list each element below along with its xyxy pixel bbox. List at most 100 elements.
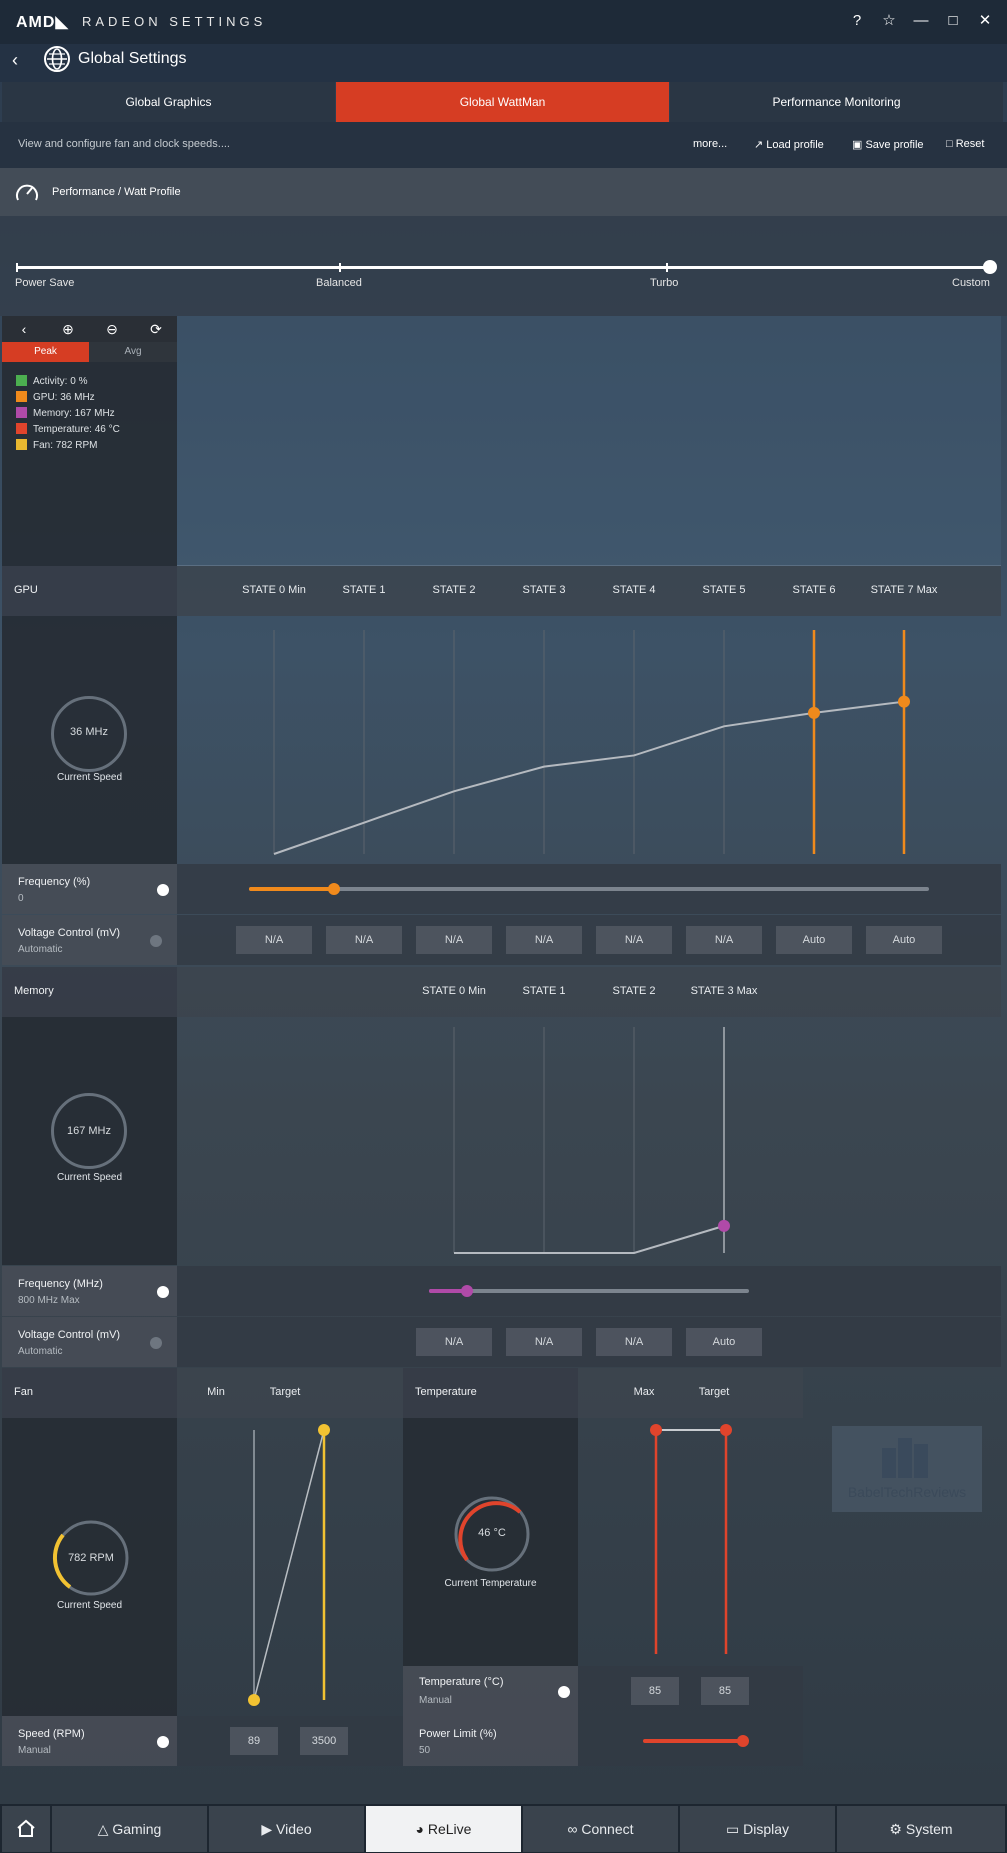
monitor-graph: [177, 316, 1001, 566]
temp-toggle[interactable]: [558, 1686, 570, 1698]
minimize-button[interactable]: —: [910, 10, 932, 32]
legend-activity[interactable]: Activity: 0 %: [16, 375, 87, 387]
fan-speed-toggle[interactable]: [157, 1736, 169, 1748]
temp-values: 85 85: [578, 1666, 803, 1716]
globe-icon: [44, 46, 70, 72]
save-icon: ▣: [852, 139, 866, 151]
gpu-voltage-state-6[interactable]: Auto: [776, 926, 852, 954]
memory-voltage-state-3[interactable]: Auto: [686, 1328, 762, 1356]
stop-turbo[interactable]: Turbo: [650, 277, 678, 289]
gpu-state-handle-6[interactable]: [808, 706, 820, 719]
nav-home[interactable]: [2, 1806, 50, 1852]
tab-global-graphics[interactable]: Global Graphics: [2, 82, 335, 122]
nav-display[interactable]: ▭ Display: [680, 1806, 835, 1852]
nav-video[interactable]: ▶ Video: [209, 1806, 364, 1852]
gpu-voltage-state-1[interactable]: N/A: [326, 926, 402, 954]
temp-target-handle[interactable]: [720, 1424, 732, 1436]
tab-avg[interactable]: Avg: [89, 342, 177, 362]
memory-voltage-state-0[interactable]: N/A: [416, 1328, 492, 1356]
zoom-in-icon[interactable]: ⊕: [46, 316, 90, 342]
stop-balanced[interactable]: Balanced: [316, 277, 362, 289]
memory-frequency-track[interactable]: [429, 1289, 749, 1293]
app-title: RADEON SETTINGS: [82, 14, 267, 29]
profile-handle[interactable]: [983, 260, 997, 274]
gpu-speed-caption: Current Speed: [56, 772, 123, 783]
gpu-voltage-state-5[interactable]: N/A: [686, 926, 762, 954]
legend-gpu[interactable]: GPU: 36 MHz: [16, 391, 95, 403]
reset-zoom-icon[interactable]: ⟳: [134, 316, 178, 342]
gear-icon: ⚙: [889, 1821, 906, 1837]
memory-state-chart[interactable]: [177, 1017, 1001, 1265]
gpu-frequency-toggle[interactable]: [157, 884, 169, 896]
legend-label: Fan: 782 RPM: [33, 440, 98, 451]
fan-curve-chart[interactable]: [177, 1418, 403, 1716]
gpu-state-chart[interactable]: [177, 616, 1001, 864]
gpu-frequency-track[interactable]: [249, 887, 929, 891]
play-icon: ▶: [261, 1821, 277, 1837]
fan-target-handle[interactable]: [318, 1424, 330, 1436]
temp-mode: Manual: [419, 1695, 452, 1706]
back-arrow-icon[interactable]: ‹: [2, 316, 46, 342]
tick-turbo: [666, 263, 668, 272]
memory-voltage-mode: Automatic: [18, 1346, 63, 1357]
favorite-icon[interactable]: ☆: [878, 10, 900, 32]
stop-custom[interactable]: Custom: [952, 277, 990, 289]
power-limit-track[interactable]: [643, 1739, 743, 1743]
nav-connect[interactable]: ∞ Connect: [523, 1806, 678, 1852]
fan-min-handle[interactable]: [248, 1694, 260, 1706]
gpu-frequency-handle[interactable]: [328, 883, 340, 895]
memory-state-0: STATE 0 Min: [422, 985, 486, 997]
nav-gaming[interactable]: △ Gaming: [52, 1806, 207, 1852]
memory-frequency-toggle[interactable]: [157, 1286, 169, 1298]
load-profile-button[interactable]: ↗ Load profile: [754, 138, 824, 151]
temp-max-handle[interactable]: [650, 1424, 662, 1436]
memory-voltage-toggle[interactable]: [150, 1337, 162, 1349]
nav-system[interactable]: ⚙ System: [837, 1806, 1005, 1852]
fan-target-input[interactable]: 3500: [300, 1727, 348, 1755]
fan-section-title: Fan: [14, 1386, 33, 1398]
zoom-out-icon[interactable]: ⊖: [90, 316, 134, 342]
memory-voltage-state-2[interactable]: N/A: [596, 1328, 672, 1356]
temp-target-input[interactable]: 85: [701, 1677, 749, 1705]
gpu-voltage-state-4[interactable]: N/A: [596, 926, 672, 954]
gpu-voltage-state-7[interactable]: Auto: [866, 926, 942, 954]
more-link[interactable]: more...: [693, 138, 727, 150]
checkbox-icon: [16, 375, 27, 386]
connect-icon: ∞: [567, 1821, 582, 1837]
memory-voltage-state-1[interactable]: N/A: [506, 1328, 582, 1356]
close-button[interactable]: ✕: [974, 10, 996, 32]
nav-relive[interactable]: ◕ ReLive: [366, 1806, 521, 1852]
fan-min-input[interactable]: 89: [230, 1727, 278, 1755]
nav-video-label: Video: [276, 1821, 312, 1837]
tab-peak[interactable]: Peak: [2, 342, 89, 362]
gpu-voltage-state-0[interactable]: N/A: [236, 926, 312, 954]
legend-memory[interactable]: Memory: 167 MHz: [16, 407, 115, 419]
gpu-voltage-state-2[interactable]: N/A: [416, 926, 492, 954]
temp-curve-chart[interactable]: [578, 1418, 803, 1666]
tab-performance-monitoring[interactable]: Performance Monitoring: [670, 82, 1003, 122]
fan-speed-caption: Current Speed: [56, 1600, 123, 1611]
memory-frequency-handle[interactable]: [461, 1285, 473, 1297]
reset-button[interactable]: □ Reset: [946, 138, 984, 150]
maximize-button[interactable]: □: [942, 10, 964, 32]
power-limit-label: Power Limit (%): [419, 1728, 497, 1740]
legend-fan[interactable]: Fan: 782 RPM: [16, 439, 97, 451]
fan-speed-mode: Manual: [18, 1745, 51, 1756]
stop-power-save[interactable]: Power Save: [15, 277, 74, 289]
gpu-voltage-toggle[interactable]: [150, 935, 162, 947]
tab-global-wattman[interactable]: Global WattMan: [336, 82, 669, 122]
gpu-frequency-row: Frequency (%) 0: [2, 864, 177, 914]
power-limit-handle[interactable]: [737, 1735, 749, 1747]
save-profile-button[interactable]: ▣ Save profile: [852, 138, 924, 151]
checkbox-icon: [16, 407, 27, 418]
legend-temperature[interactable]: Temperature: 46 °C: [16, 423, 120, 435]
gpu-voltage-state-3[interactable]: N/A: [506, 926, 582, 954]
perf-profile-slider[interactable]: Power Save Balanced Turbo Custom: [0, 216, 1007, 316]
help-icon[interactable]: ?: [846, 10, 868, 32]
temp-max-input[interactable]: 85: [631, 1677, 679, 1705]
reset-icon: □: [946, 138, 956, 150]
gpu-state-handle-7[interactable]: [898, 695, 910, 708]
back-icon[interactable]: ‹: [12, 50, 18, 71]
memory-state-handle-3[interactable]: [718, 1219, 730, 1232]
temp-caption: Current Temperature: [444, 1578, 537, 1589]
